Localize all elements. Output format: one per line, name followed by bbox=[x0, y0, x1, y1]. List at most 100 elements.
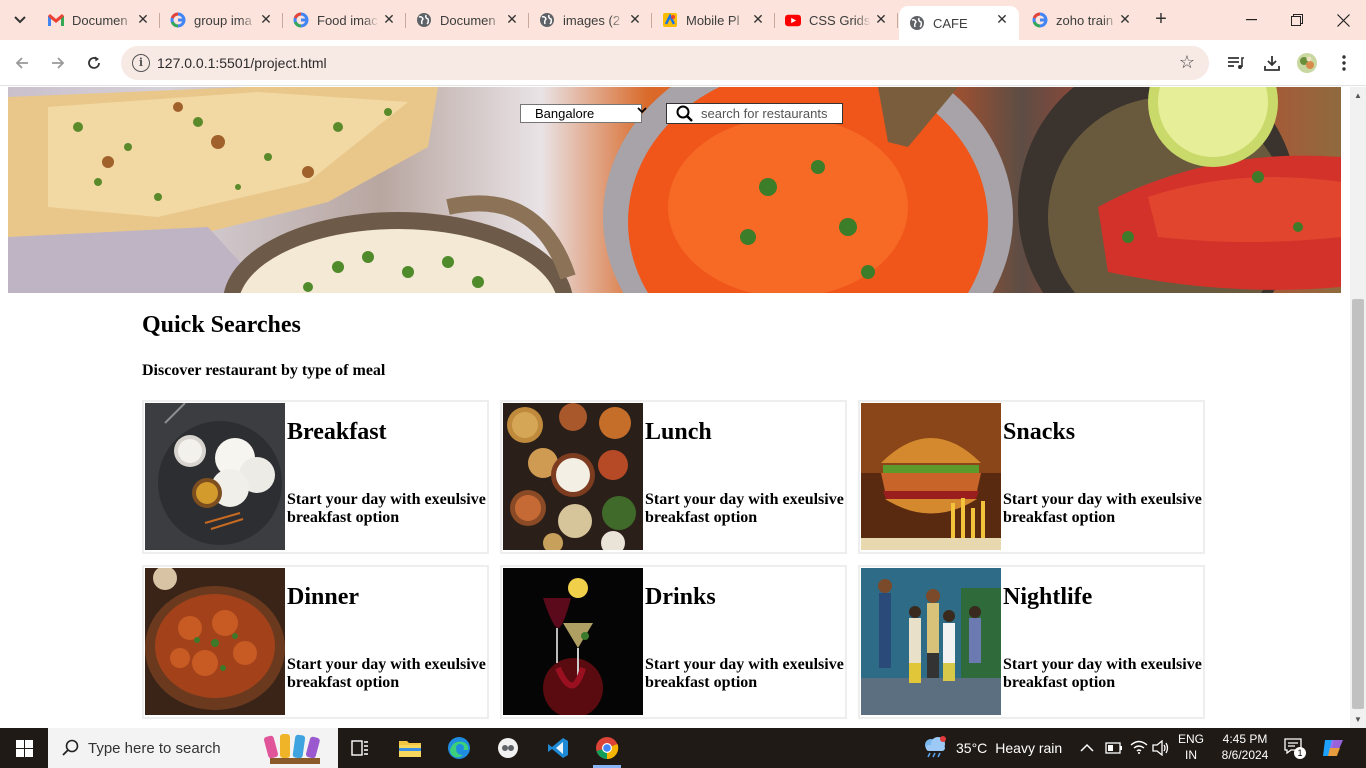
close-icon[interactable]: ✕ bbox=[1116, 11, 1134, 28]
meal-card-drinks[interactable]: Drinks Start your day with exeulsive bre… bbox=[500, 565, 847, 719]
close-icon[interactable]: ✕ bbox=[993, 11, 1011, 28]
close-icon[interactable]: ✕ bbox=[380, 11, 398, 28]
new-tab-button[interactable]: + bbox=[1150, 8, 1172, 30]
tab-title: group ima bbox=[194, 12, 252, 28]
rain-cloud-icon bbox=[922, 735, 948, 761]
battery-icon[interactable] bbox=[1105, 741, 1123, 759]
tab-css-grids[interactable]: CSS Grids ✕ bbox=[775, 6, 898, 34]
back-button[interactable] bbox=[10, 51, 34, 75]
tab-divider bbox=[897, 13, 898, 28]
chevron-down-icon bbox=[14, 16, 26, 24]
reload-icon bbox=[88, 56, 100, 69]
start-button[interactable] bbox=[0, 728, 48, 768]
quick-searches-title: Quick Searches bbox=[142, 312, 301, 338]
info-icon[interactable]: i bbox=[132, 54, 150, 72]
task-view-icon bbox=[351, 740, 368, 756]
restore-button[interactable] bbox=[1274, 0, 1320, 40]
notifications-button[interactable]: 1 bbox=[1284, 738, 1306, 760]
meal-card-lunch[interactable]: Lunch Start your day with exeulsive brea… bbox=[500, 400, 847, 554]
card-description: Start your day with exeulsive breakfast … bbox=[1003, 656, 1202, 691]
card-description: Start your day with exeulsive breakfast … bbox=[1003, 491, 1202, 526]
close-icon[interactable]: ✕ bbox=[749, 11, 767, 28]
forward-button[interactable] bbox=[46, 51, 70, 75]
close-icon[interactable]: ✕ bbox=[257, 11, 275, 28]
meal-card-dinner[interactable]: Dinner Start your day with exeulsive bre… bbox=[142, 565, 489, 719]
taskbar-edge[interactable] bbox=[435, 728, 483, 768]
scroll-down-icon[interactable]: ▼ bbox=[1354, 715, 1362, 724]
copilot-icon[interactable] bbox=[1322, 738, 1344, 763]
language-indicator[interactable]: ENG IN bbox=[1175, 732, 1207, 762]
city-select-value: Bangalore bbox=[535, 106, 595, 121]
profile-avatar[interactable] bbox=[1296, 52, 1318, 74]
url-text[interactable]: 127.0.0.1:5501/project.html bbox=[157, 55, 327, 71]
close-icon[interactable]: ✕ bbox=[872, 11, 890, 28]
chevron-up-icon[interactable] bbox=[1080, 740, 1094, 758]
avatar-icon bbox=[1297, 53, 1317, 73]
meal-card-snacks[interactable]: Snacks Start your day with exeulsive bre… bbox=[858, 400, 1205, 554]
quick-searches-subtitle: Discover restaurant by type of meal bbox=[142, 362, 386, 379]
close-icon[interactable]: ✕ bbox=[503, 11, 521, 28]
clock[interactable]: 4:45 PM 8/6/2024 bbox=[1212, 732, 1278, 762]
meal-card-breakfast[interactable]: Breakfast Start your day with exeulsive … bbox=[142, 400, 489, 554]
notification-badge: 1 bbox=[1294, 747, 1306, 759]
taskbar-file-explorer[interactable] bbox=[386, 728, 434, 768]
address-bar[interactable]: i 127.0.0.1:5501/project.html ☆ bbox=[121, 46, 1209, 80]
tab-documen-gmail[interactable]: Documen ✕ bbox=[38, 6, 160, 34]
reload-button[interactable] bbox=[82, 51, 106, 75]
arrow-left-icon bbox=[15, 57, 28, 69]
browser-menu-button[interactable] bbox=[1333, 52, 1355, 74]
tab-documen-2[interactable]: Documen ✕ bbox=[406, 6, 529, 34]
figma-icon bbox=[662, 12, 678, 28]
tab-group-images[interactable]: group ima ✕ bbox=[160, 6, 283, 34]
city-select[interactable]: Bangalore bbox=[520, 104, 647, 123]
taskbar-vscode[interactable] bbox=[534, 728, 582, 768]
hero-banner: Bangalore search for restaurants bbox=[8, 87, 1341, 293]
card-title: Nightlife bbox=[1003, 584, 1093, 610]
language-line1: ENG bbox=[1177, 732, 1204, 746]
minimize-button[interactable] bbox=[1228, 0, 1274, 40]
page-scrollbar[interactable]: ▲ ▼ bbox=[1350, 87, 1366, 728]
speaker-icon[interactable] bbox=[1152, 739, 1170, 761]
wifi-icon[interactable] bbox=[1130, 740, 1148, 759]
tab-search-button[interactable] bbox=[6, 7, 34, 33]
taskbar-chrome[interactable] bbox=[583, 728, 631, 768]
media-queue-icon bbox=[1228, 57, 1244, 69]
bookmark-star-icon[interactable]: ☆ bbox=[1179, 52, 1195, 73]
breakfast-image bbox=[145, 403, 285, 550]
weather-condition: Heavy rain bbox=[995, 740, 1063, 756]
close-icon bbox=[1336, 13, 1350, 27]
nightlife-image bbox=[861, 568, 1001, 715]
scrollbar-thumb[interactable] bbox=[1352, 299, 1364, 709]
more-vert-icon bbox=[1342, 55, 1346, 71]
close-icon[interactable]: ✕ bbox=[134, 11, 152, 28]
tab-title: CSS Grids bbox=[809, 12, 871, 28]
card-description: Start your day with exeulsive breakfast … bbox=[645, 491, 844, 526]
google-icon bbox=[170, 12, 186, 28]
page-viewport: Bangalore search for restaurants Quick S… bbox=[0, 87, 1350, 728]
close-window-button[interactable] bbox=[1320, 0, 1366, 40]
weather-widget[interactable]: 35°C Heavy rain bbox=[922, 728, 1062, 768]
tab-title: images (2 bbox=[563, 12, 621, 28]
tab-cafe[interactable]: CAFE ✕ bbox=[899, 6, 1019, 40]
tab-mobile-pl[interactable]: Mobile Pl ✕ bbox=[652, 6, 775, 34]
meal-card-nightlife[interactable]: Nightlife Start your day with exeulsive … bbox=[858, 565, 1205, 719]
card-description: Start your day with exeulsive breakfast … bbox=[287, 491, 486, 526]
restaurant-search-input[interactable]: search for restaurants bbox=[666, 103, 843, 124]
downloads-button[interactable] bbox=[1261, 52, 1283, 74]
taskbar-search-box[interactable]: Type here to search bbox=[48, 728, 338, 768]
tab-images[interactable]: images (2 ✕ bbox=[529, 6, 652, 34]
gmail-icon bbox=[48, 12, 64, 28]
taskbar-chrome-profile[interactable] bbox=[484, 728, 532, 768]
card-title: Lunch bbox=[645, 419, 712, 445]
scroll-up-icon[interactable]: ▲ bbox=[1354, 91, 1362, 100]
tab-zoho-train[interactable]: zoho train ✕ bbox=[1022, 6, 1142, 34]
dinner-image bbox=[145, 568, 285, 715]
globe-icon bbox=[539, 12, 555, 28]
close-icon[interactable]: ✕ bbox=[626, 11, 644, 28]
weather-temp: 35°C bbox=[956, 740, 988, 756]
card-description: Start your day with exeulsive breakfast … bbox=[287, 656, 486, 691]
tab-title: Food imac bbox=[317, 12, 378, 28]
media-control-button[interactable] bbox=[1225, 52, 1247, 74]
tab-food-images[interactable]: Food imac ✕ bbox=[283, 6, 406, 34]
task-view-button[interactable] bbox=[336, 728, 384, 768]
